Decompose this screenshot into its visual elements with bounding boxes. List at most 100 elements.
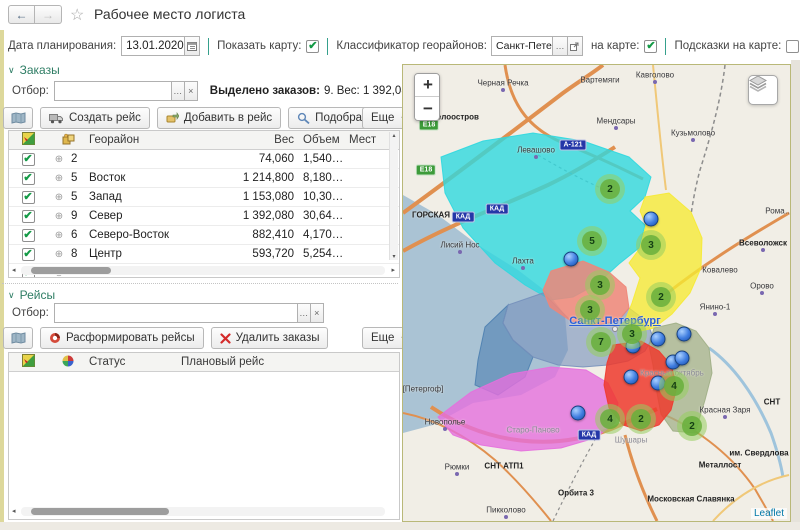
row-expand-icon[interactable]: ⊕ [47,192,71,203]
table-row[interactable]: ✔⊕274,0601,540… [9,150,399,169]
map-layers-button[interactable] [748,75,778,105]
cluster-marker[interactable]: 3 [575,295,605,325]
create-trip-button[interactable]: Создать рейс [40,107,150,129]
orders-section-header[interactable]: ∨ Заказы [8,63,60,77]
trips-filter-input[interactable] [54,303,298,323]
order-point-marker[interactable] [624,370,639,385]
orders-filter-choose-button[interactable]: … [172,81,185,101]
trips-table-header[interactable]: Статус Плановый рейс [9,353,399,372]
row-expand-icon[interactable]: ⊕ [47,211,71,222]
cluster-marker[interactable]: 3 [617,319,647,349]
order-point-marker[interactable] [677,327,692,342]
orders-filter-clear-button[interactable]: × [185,81,198,101]
truck-icon [49,113,64,124]
show-map-checkbox[interactable]: ✔ [306,40,319,53]
row-checkbox[interactable]: ✔ [22,248,35,261]
add-to-trip-icon [166,112,179,124]
orders-filter-input[interactable] [54,81,172,101]
orders-map-toggle-button[interactable] [3,107,33,129]
scroll-down-icon[interactable]: ▾ [392,253,395,260]
on-map-checkbox[interactable]: ✔ [644,40,657,53]
table-row[interactable]: ✔⊕5Запад1 153,08010,30… [9,188,399,207]
orders-horizontal-scrollbar[interactable] [21,266,385,275]
cluster-marker[interactable]: 7 [586,327,616,357]
favorite-star-icon[interactable]: ☆ [70,5,84,25]
section-splitter[interactable] [2,283,398,284]
row-expand-icon[interactable]: ⊕ [47,173,71,184]
forward-button[interactable]: → [35,5,62,24]
cluster-count: 4 [664,376,684,396]
order-point-marker[interactable] [644,212,659,227]
map-place-label: Лисий Нос [440,241,479,250]
zoom-in-button[interactable]: + [415,74,440,97]
trips-map-toggle-button[interactable] [3,327,33,349]
cluster-marker[interactable]: 4 [659,371,689,401]
hints-checkbox[interactable] [786,40,799,53]
scroll-right-icon[interactable]: ▸ [391,266,395,274]
table-row[interactable]: ✔⊕5Восток1 214,8008,180… [9,169,399,188]
trips-filter-clear-button[interactable]: × [311,303,324,323]
classifier-choose-button[interactable]: … [553,36,568,56]
cluster-marker[interactable]: 2 [677,411,707,441]
orders-table-header[interactable]: Георайон Вес Объем Мест [9,131,399,150]
order-point-marker[interactable] [571,406,586,421]
scroll-up-icon[interactable]: ▴ [392,132,395,139]
trips-horizontal-scrollbar[interactable] [21,507,385,516]
classifier-input[interactable]: Санкт-Петербург [491,36,553,56]
row-georegion: Восток [89,172,241,184]
cluster-marker[interactable]: 5 [577,226,607,256]
trips-filter-choose-button[interactable]: … [298,303,311,323]
disband-trips-button[interactable]: Расформировать рейсы [40,327,204,349]
delete-orders-button[interactable]: Удалить заказы [211,327,329,349]
map-place-label: Рюмки [445,463,470,472]
village-dot-icon [713,312,717,316]
orders-vertical-scrollbar[interactable]: ▴ ▾ [389,132,398,260]
georegion-column-header: Георайон [89,134,241,146]
titlebar: ← → ☆ Рабочее место логиста [0,0,800,30]
separator [208,38,209,55]
cluster-marker[interactable]: 2 [626,404,656,434]
collapse-chevron-icon: ∨ [8,290,15,301]
logist-workplace-window: ← → ☆ Рабочее место логиста Дата планиро… [0,0,800,530]
back-button[interactable]: ← [8,5,35,24]
add-to-trip-button[interactable]: Добавить в рейс [157,107,281,129]
classifier-open-button[interactable] [568,36,583,56]
table-row[interactable]: ✔⊕6Северо-Восток882,4104,170… [9,226,399,245]
order-point-marker[interactable] [675,351,690,366]
trips-table: Статус Плановый рейс ◂ [8,352,400,520]
order-point-marker[interactable] [564,252,579,267]
classifier-label: Классификатор георайонов: [336,40,487,52]
row-checkbox[interactable]: ✔ [22,153,35,166]
row-checkbox[interactable]: ✔ [22,191,35,204]
village-dot-icon [614,126,618,130]
table-row[interactable]: ✔⊕8Центр593,7205,254… [9,245,399,264]
row-expand-icon[interactable]: ⊕ [47,154,71,165]
row-expand-icon[interactable]: ⊕ [47,249,71,260]
map-attribution[interactable]: Leaflet [751,508,787,519]
order-point-marker[interactable] [651,332,666,347]
cluster-marker[interactable]: 2 [595,174,625,204]
row-weight: 593,720 [241,248,294,260]
table-row[interactable]: ✔⊕9Север1 392,08030,64… [9,207,399,226]
map-place-label: Орбита 3 [558,489,594,498]
cluster-marker[interactable]: 4 [595,404,625,434]
cluster-marker[interactable]: 2 [646,282,676,312]
map-canvas[interactable]: Черная РечкаБелоостровЛевашовоКавголовоВ… [402,64,791,522]
row-georegion: Северо-Восток [89,229,241,241]
cluster-marker[interactable]: 3 [636,230,666,260]
scroll-left-icon[interactable]: ◂ [12,507,16,515]
road-line [625,435,657,521]
row-georegion: Центр [89,248,241,260]
row-checkbox[interactable]: ✔ [22,229,35,242]
date-input[interactable]: 13.01.2020 [121,36,185,56]
row-checkbox[interactable]: ✔ [22,172,35,185]
trips-section-header[interactable]: ∨ Рейсы [8,288,55,302]
calendar-button[interactable] [185,36,200,56]
zoom-out-button[interactable]: − [415,97,440,120]
scroll-left-icon[interactable]: ◂ [12,266,16,274]
row-expand-icon[interactable]: ⊕ [47,230,71,241]
map-zoom-control: + − [414,73,440,121]
trips-filter-label: Отбор: [12,307,49,319]
row-count: 5 [71,191,89,203]
row-checkbox[interactable]: ✔ [22,210,35,223]
